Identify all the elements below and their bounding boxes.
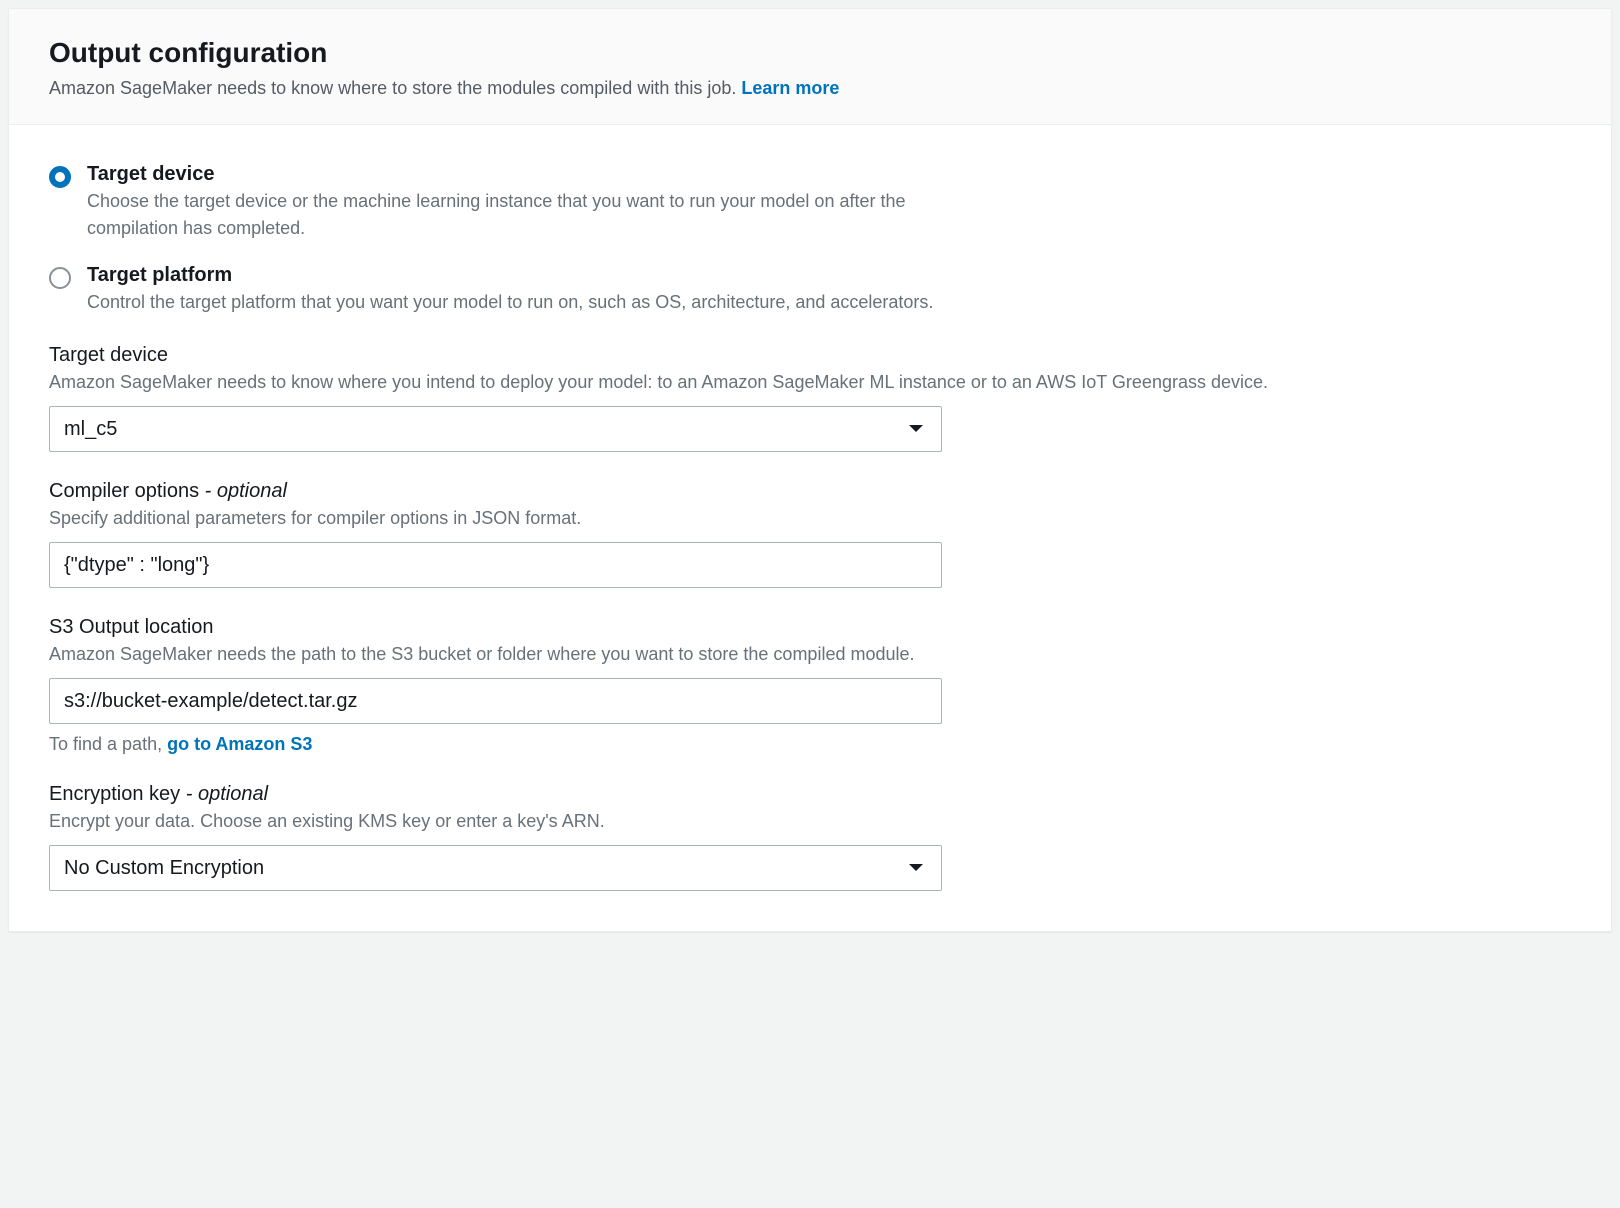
- label-text: Encryption key: [49, 783, 186, 805]
- field-s3-output: S3 Output location Amazon SageMaker need…: [49, 616, 1571, 755]
- radio-target-device[interactable]: Target device Choose the target device o…: [49, 163, 1571, 242]
- radio-content: Target platform Control the target platf…: [87, 264, 987, 316]
- field-label: S3 Output location: [49, 616, 1571, 639]
- target-radio-group: Target device Choose the target device o…: [49, 163, 1571, 316]
- field-desc: Specify additional parameters for compil…: [49, 505, 1571, 532]
- s3-output-input[interactable]: [49, 678, 942, 724]
- field-compiler-options: Compiler options - optional Specify addi…: [49, 480, 1571, 588]
- hint-text: To find a path,: [49, 734, 167, 754]
- radio-label: Target device: [87, 163, 987, 186]
- panel-body: Target device Choose the target device o…: [9, 125, 1611, 931]
- output-configuration-panel: Output configuration Amazon SageMaker ne…: [8, 8, 1612, 932]
- panel-header: Output configuration Amazon SageMaker ne…: [9, 9, 1611, 125]
- label-text: Compiler options: [49, 480, 205, 502]
- subtitle-text: Amazon SageMaker needs to know where to …: [49, 78, 741, 98]
- radio-button[interactable]: [49, 267, 71, 289]
- page-title: Output configuration: [49, 37, 1571, 69]
- field-label: Compiler options - optional: [49, 480, 1571, 503]
- radio-content: Target device Choose the target device o…: [87, 163, 987, 242]
- radio-desc: Control the target platform that you wan…: [87, 289, 987, 316]
- go-to-s3-link[interactable]: go to Amazon S3: [167, 734, 312, 754]
- learn-more-link[interactable]: Learn more: [741, 78, 839, 98]
- field-desc: Encrypt your data. Choose an existing KM…: [49, 808, 1571, 835]
- field-target-device: Target device Amazon SageMaker needs to …: [49, 344, 1571, 452]
- field-desc: Amazon SageMaker needs to know where you…: [49, 369, 1571, 396]
- field-label: Target device: [49, 344, 1571, 367]
- field-desc: Amazon SageMaker needs the path to the S…: [49, 641, 1571, 668]
- radio-label: Target platform: [87, 264, 987, 287]
- target-device-select[interactable]: ml_c5: [49, 406, 942, 452]
- page-subtitle: Amazon SageMaker needs to know where to …: [49, 75, 1571, 102]
- label-optional: - optional: [186, 783, 268, 805]
- compiler-options-input[interactable]: [49, 542, 942, 588]
- field-label: Encryption key - optional: [49, 783, 1571, 806]
- s3-hint: To find a path, go to Amazon S3: [49, 734, 1571, 755]
- radio-target-platform[interactable]: Target platform Control the target platf…: [49, 264, 1571, 316]
- field-encryption-key: Encryption key - optional Encrypt your d…: [49, 783, 1571, 891]
- encryption-key-select[interactable]: No Custom Encryption: [49, 845, 942, 891]
- label-optional: - optional: [205, 480, 287, 502]
- radio-desc: Choose the target device or the machine …: [87, 188, 987, 242]
- radio-button[interactable]: [49, 166, 71, 188]
